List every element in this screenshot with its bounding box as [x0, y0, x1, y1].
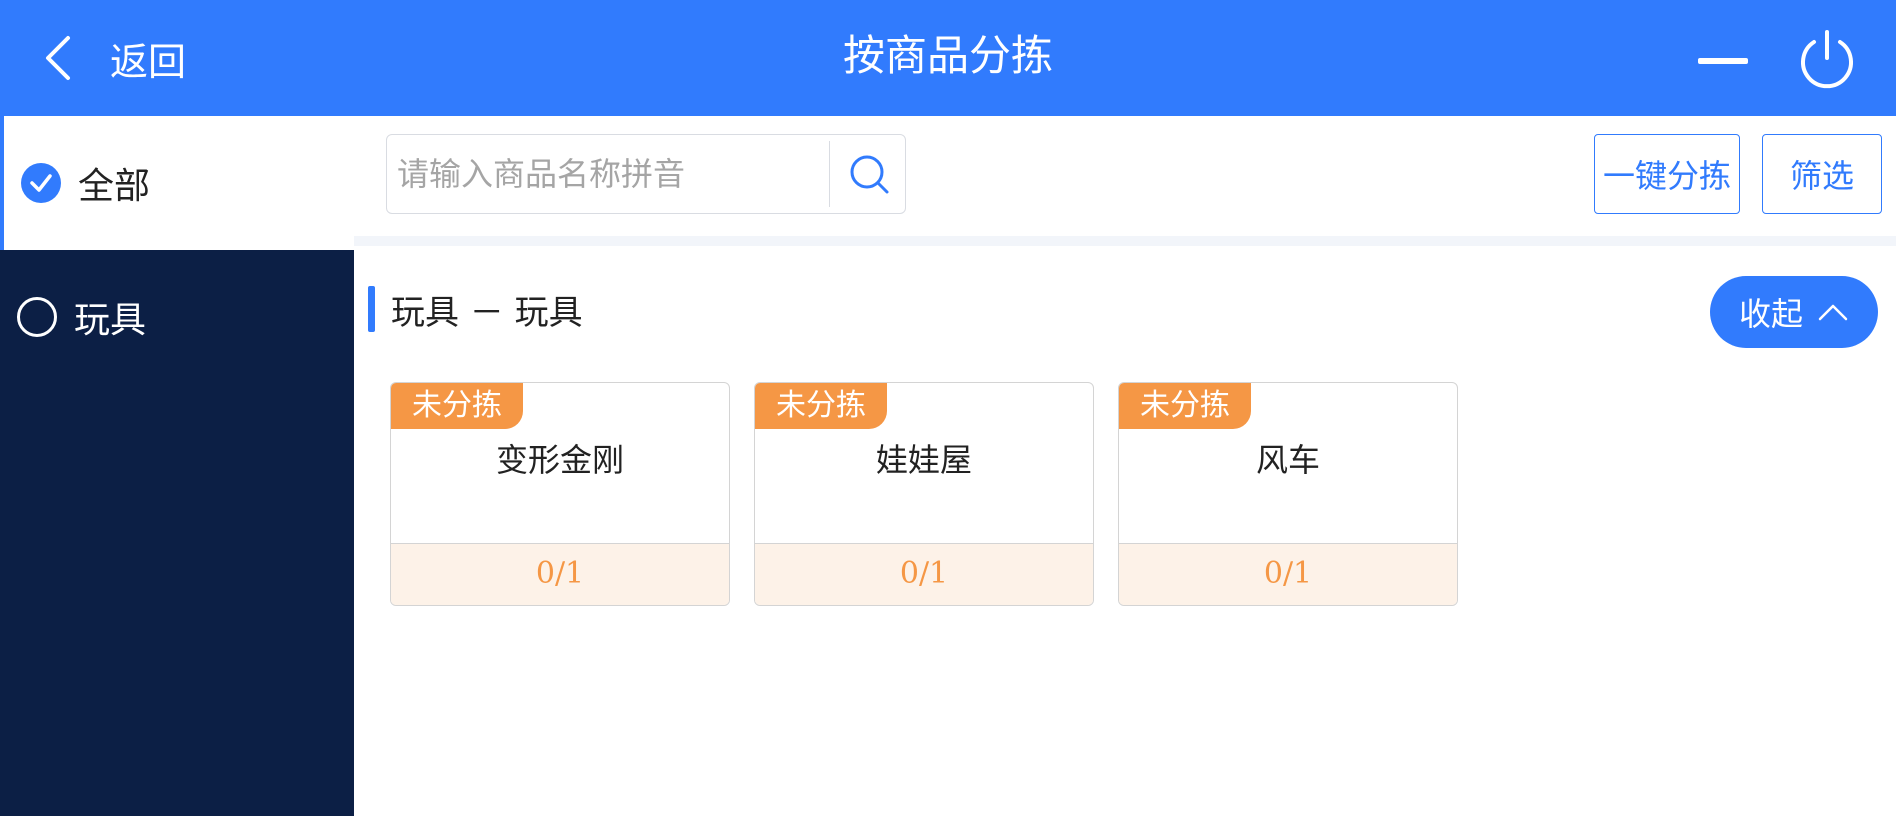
back-label: 返回 [110, 39, 187, 84]
sorted-count: 0/1 [899, 556, 949, 591]
status-badge: 未分拣 [755, 383, 887, 429]
back-button[interactable]: 返回 [40, 26, 186, 90]
count-bar: 0/1 [391, 543, 729, 605]
count-bar: 0/1 [1119, 543, 1457, 605]
status-badge: 未分拣 [391, 383, 523, 429]
chevron-left-icon [46, 36, 70, 80]
minimize-icon[interactable] [1696, 40, 1752, 84]
sidebar-item-label: 玩具 [74, 300, 147, 341]
status-badge: 未分拣 [1119, 383, 1251, 429]
product-name: 娃娃屋 [875, 441, 972, 479]
filter-button[interactable]: 筛选 [1762, 134, 1882, 214]
checked-circle-icon [21, 163, 61, 203]
product-card[interactable]: 未分拣 风车 0/1 [1118, 382, 1458, 606]
search-icon [850, 155, 889, 194]
product-name: 变形金刚 [495, 441, 624, 479]
collapse-label: 收起 [1738, 295, 1803, 333]
search-button[interactable] [830, 135, 906, 213]
product-card[interactable]: 未分拣 变形金刚 0/1 [390, 382, 730, 606]
category-sidebar: 全部 玩具 [0, 116, 354, 816]
group-header: 玩具 － 玩具 [368, 286, 583, 333]
chevron-up-icon [1818, 304, 1848, 321]
count-bar: 0/1 [755, 543, 1093, 605]
toolbar: 一键分拣 筛选 [354, 116, 1896, 236]
toolbar-divider [354, 236, 1896, 246]
search-input[interactable] [387, 135, 827, 213]
page-title: 按商品分拣 [842, 31, 1053, 80]
sidebar-item-toys[interactable]: 玩具 [0, 250, 354, 384]
collapse-button[interactable]: 收起 [1710, 276, 1878, 348]
sidebar-item-label: 全部 [78, 166, 151, 207]
sidebar-item-all[interactable]: 全部 [0, 116, 354, 250]
group-title: 玩具 － 玩具 [391, 292, 583, 333]
sorted-count: 0/1 [535, 556, 585, 591]
app-header: 返回 按商品分拣 [0, 0, 1896, 116]
oneclick-sort-button[interactable]: 一键分拣 [1594, 134, 1740, 214]
power-button[interactable] [1796, 28, 1858, 90]
unchecked-circle-icon [17, 297, 57, 337]
group-accent-bar [368, 286, 375, 332]
product-list: 玩具 － 玩具 收起 未分拣 变形金刚 0/1 未分拣 娃娃屋 0/1 未分拣 … [354, 246, 1896, 816]
sorted-count: 0/1 [1263, 556, 1313, 591]
search-box [386, 134, 906, 214]
power-icon [1801, 30, 1853, 89]
product-card[interactable]: 未分拣 娃娃屋 0/1 [754, 382, 1094, 606]
product-name: 风车 [1255, 441, 1320, 479]
